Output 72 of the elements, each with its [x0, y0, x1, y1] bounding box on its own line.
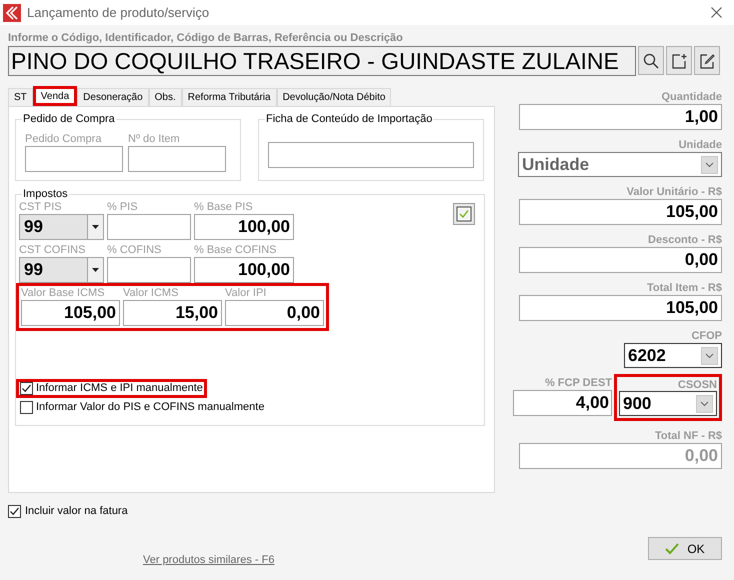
text-field[interactable]: 105,00 [519, 199, 722, 225]
checkmark-icon [456, 206, 472, 222]
field-label: % FCP DEST [544, 376, 612, 390]
text-field[interactable]: 15,00 [123, 300, 222, 326]
text-field[interactable]: 100,00 [194, 214, 294, 240]
checkmark-icon [665, 542, 680, 554]
text-field[interactable]: 1,00 [519, 104, 722, 130]
search-label: Informe o Código, Identificador, Código de Barras, Referência ou Descrição [8, 31, 404, 45]
group-title: Ficha de Conteúdo de Importação [265, 113, 434, 126]
tab[interactable]: Desoneração [77, 88, 149, 106]
edit-button[interactable] [694, 46, 720, 75]
field-label: Valor Unitário - R$ [626, 185, 722, 199]
text-field[interactable]: 100,00 [194, 257, 294, 283]
tab[interactable]: ST [8, 88, 33, 106]
field-label: % COFINS [107, 243, 162, 257]
field-label: % Base COFINS [194, 243, 278, 257]
search-button[interactable] [638, 46, 664, 75]
field-label: Unidade [678, 138, 722, 152]
group-title: Impostos [22, 188, 69, 201]
confirm-button[interactable] [453, 203, 475, 225]
new-item-button[interactable] [666, 46, 692, 75]
field-label: Valor IPI [225, 286, 268, 300]
text-field[interactable]: 105,00 [21, 300, 120, 326]
field-label: Total Item - R$ [647, 281, 722, 295]
field-label: Valor ICMS [123, 286, 180, 300]
field-label: Pedido Compra [25, 132, 102, 146]
field-label: CFOP [691, 329, 722, 343]
field-label: % Base PIS [194, 200, 254, 214]
tab[interactable]: Reforma Tributária [182, 88, 277, 106]
similar-products-link[interactable]: Ver produtos similares - F6 [143, 552, 274, 568]
checkbox[interactable] [20, 382, 33, 395]
field-label: CSOSN [678, 379, 717, 391]
dropdown[interactable]: 6202 [624, 343, 722, 368]
dropdown[interactable]: 99 [19, 257, 104, 283]
checkbox[interactable] [20, 401, 33, 414]
text-field[interactable]: 105,00 [519, 295, 722, 321]
search-icon [643, 52, 659, 68]
tab[interactable]: Obs. [148, 88, 182, 106]
app-logo-icon [3, 4, 21, 22]
checkbox[interactable] [8, 504, 21, 518]
field-label: Valor Base ICMS [21, 286, 106, 300]
text-field[interactable] [25, 146, 123, 172]
checkbox-label: Incluir valor na fatura [25, 504, 128, 519]
text-field[interactable]: 0,00 [225, 300, 324, 326]
close-icon [710, 7, 722, 18]
dropdown-arrow-icon [92, 268, 99, 272]
text-field[interactable] [268, 142, 474, 168]
text-field[interactable] [107, 257, 191, 283]
search-field[interactable]: PINO DO COQUILHO TRASEIRO - GUINDASTE ZULAINE [8, 46, 636, 76]
field-label: CST COFINS [19, 243, 86, 257]
field-label: Nº do Item [128, 132, 181, 146]
group-title: Pedido de Compra [22, 113, 116, 126]
window-title: Lançamento de produto/serviço [27, 4, 210, 22]
field-label: Total NF - R$ [654, 429, 722, 443]
text-field[interactable] [128, 146, 226, 172]
dropdown-arrow-icon [92, 225, 99, 229]
checkbox-label: Informar Valor do PIS e COFINS manualmente [36, 401, 264, 414]
ok-button[interactable]: OK [648, 537, 722, 560]
dropdown[interactable]: 99 [19, 214, 104, 240]
text-field[interactable]: 0,00 [519, 247, 722, 273]
checkbox-label: Informar ICMS e IPI manualmente [36, 382, 203, 395]
text-field[interactable] [107, 214, 191, 240]
edit-icon [699, 52, 715, 68]
field-label: % PIS [107, 200, 139, 214]
field-label: Desconto - R$ [648, 233, 722, 247]
add-document-icon [671, 52, 687, 68]
field-label: Quantidade [661, 90, 722, 104]
dropdown[interactable]: 900 [619, 391, 717, 416]
tab[interactable]: Venda [32, 86, 78, 106]
field-label: CST PIS [19, 200, 63, 214]
text-field[interactable]: 4,00 [513, 390, 612, 416]
tab[interactable]: Devolução/Nota Débito [276, 88, 392, 106]
